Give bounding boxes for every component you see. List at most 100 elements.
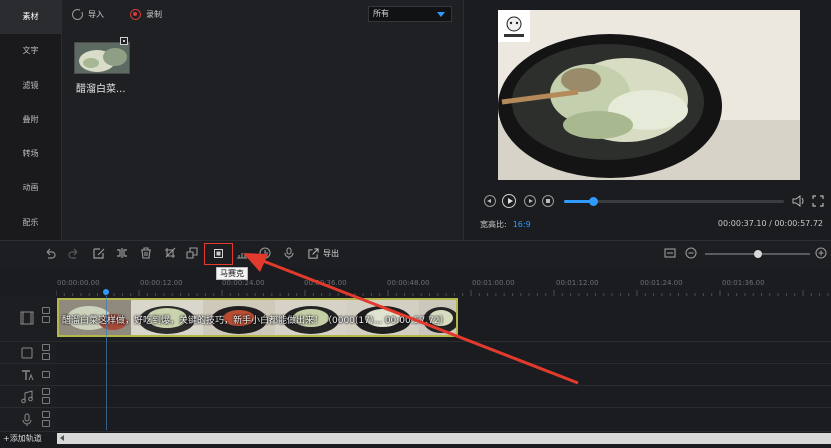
ruler-label: 00:00:12.00 <box>140 279 183 287</box>
track-mute-icon[interactable] <box>42 344 50 351</box>
voiceover-track-icon <box>22 413 32 426</box>
timeline-ruler[interactable]: 00:00:00.00 00:00:12.00 00:00:24.00 00:0… <box>0 266 831 296</box>
track-lock-icon[interactable] <box>42 371 50 378</box>
playback-timecode: 00:00:37.10 / 00:00:57.72 <box>717 219 823 228</box>
ruler-label: 00:01:12.00 <box>556 279 599 287</box>
clip-add-badge-icon[interactable] <box>120 37 128 45</box>
playback-seek-bar[interactable] <box>564 197 784 206</box>
sidebar-item-music[interactable]: 配乐 <box>0 206 61 240</box>
track-lock-icon[interactable] <box>42 316 50 323</box>
edit-icon[interactable] <box>93 247 105 259</box>
import-icon <box>72 7 84 20</box>
ruler-label: 00:01:36.00 <box>722 279 765 287</box>
redo-icon[interactable] <box>68 247 80 259</box>
text-track-lane[interactable] <box>56 364 831 386</box>
import-label: 导入 <box>88 9 104 19</box>
seek-handle[interactable] <box>588 197 598 206</box>
record-button[interactable]: 录制 <box>130 7 162 21</box>
undo-icon[interactable] <box>44 247 56 259</box>
music-track-icon <box>21 390 33 404</box>
volume-icon[interactable] <box>792 195 806 207</box>
speed-icon[interactable] <box>259 247 271 259</box>
overlay-track-icon <box>21 347 33 359</box>
ruler-label: 00:00:48.00 <box>387 279 430 287</box>
track-lock-icon[interactable] <box>42 397 50 404</box>
video-preview <box>498 10 800 180</box>
sidebar-item-transitions[interactable]: 转场 <box>0 137 61 171</box>
zoom-slider-handle[interactable] <box>753 250 762 258</box>
track-lock-icon[interactable] <box>42 420 50 427</box>
track-controls[interactable] <box>42 344 52 362</box>
zoom-out-icon[interactable] <box>685 247 697 259</box>
track-controls[interactable] <box>42 371 52 380</box>
playhead-line <box>106 296 107 430</box>
mosaic-tooltip: 马赛克 <box>216 267 248 280</box>
export-button[interactable]: 导出 <box>308 247 339 259</box>
music-track-lane[interactable] <box>56 386 831 408</box>
ruler-label: 00:00:24.00 <box>222 279 265 287</box>
text-track-icon <box>22 370 34 381</box>
sidebar-item-filters[interactable]: 滤镜 <box>0 69 61 103</box>
timeline-horizontal-scrollbar[interactable] <box>57 433 831 444</box>
sidebar-item-animations[interactable]: 动画 <box>0 171 61 205</box>
record-icon <box>130 8 141 20</box>
aspect-ratio-label: 宽高比: <box>480 220 507 229</box>
aspect-ratio: 宽高比: 16:9 <box>480 219 531 230</box>
playhead-handle[interactable] <box>103 289 109 295</box>
track-mute-icon[interactable] <box>42 411 50 418</box>
track-controls[interactable] <box>42 388 52 406</box>
filter-value: 所有 <box>373 9 389 18</box>
microphone-icon[interactable] <box>283 247 295 259</box>
video-track-icon <box>20 311 34 325</box>
track-mute-icon[interactable] <box>42 388 50 395</box>
media-clip-thumbnail[interactable] <box>74 42 130 74</box>
ruler-label: 00:00:36.00 <box>304 279 347 287</box>
add-track-button[interactable]: +添加轨道 <box>3 433 42 444</box>
track-header-music <box>0 386 56 408</box>
play-button[interactable] <box>502 194 516 208</box>
sidebar-item-text[interactable]: 文字 <box>0 34 61 68</box>
track-controls[interactable] <box>42 307 52 325</box>
track-header-voice <box>0 408 56 432</box>
media-filter-select[interactable]: 所有 <box>368 6 452 22</box>
track-header-overlay <box>0 342 56 364</box>
media-clip-name: 醋溜白菜... <box>76 84 126 95</box>
scroll-left-arrow-icon[interactable] <box>60 435 64 441</box>
overlay-track-lane[interactable] <box>56 342 831 364</box>
track-header-video <box>0 296 56 342</box>
preview-panel: 宽高比: 16:9 00:00:37.10 / 00:00:57.72 <box>466 0 831 240</box>
delete-icon[interactable] <box>140 247 152 259</box>
frame-icon[interactable] <box>186 247 198 259</box>
fullscreen-icon[interactable] <box>812 195 824 207</box>
skip-back-button[interactable] <box>484 195 496 207</box>
import-button[interactable]: 导入 <box>72 7 104 21</box>
skip-forward-button[interactable] <box>524 195 536 207</box>
split-icon[interactable] <box>116 247 128 259</box>
audio-level-icon[interactable] <box>236 247 248 259</box>
sidebar-item-overlays[interactable]: 叠附 <box>0 103 61 137</box>
ruler-label: 00:01:24.00 <box>640 279 683 287</box>
track-lock-icon[interactable] <box>42 353 50 360</box>
clip-caption: 醋溜白菜这样做，好吃到爆，关键的技巧，新手小白都能做出来！（0000(17)..… <box>62 316 449 326</box>
sidebar-item-media[interactable]: 素材 <box>0 0 61 35</box>
record-label: 录制 <box>146 9 162 19</box>
export-icon <box>308 247 319 259</box>
voiceover-track-lane[interactable] <box>56 408 831 432</box>
media-panel: 导入 录制 所有 醋溜白菜... <box>62 0 464 240</box>
zoom-in-icon[interactable] <box>815 247 827 259</box>
track-mute-icon[interactable] <box>42 307 50 314</box>
timeline-zoom-slider[interactable] <box>705 250 810 258</box>
fit-timeline-icon[interactable] <box>664 247 676 259</box>
chevron-down-icon <box>437 12 445 17</box>
export-label: 导出 <box>323 248 339 258</box>
mosaic-button[interactable] <box>204 243 233 265</box>
crop-icon[interactable] <box>164 247 176 259</box>
aspect-ratio-value[interactable]: 16:9 <box>513 220 531 229</box>
timeline-video-clip[interactable]: 醋溜白菜这样做，好吃到爆，关键的技巧，新手小白都能做出来！（0000(17)..… <box>57 298 458 337</box>
ruler-label: 00:00:00.00 <box>57 279 100 287</box>
stop-button[interactable] <box>542 195 554 207</box>
ruler-label: 00:01:00.00 <box>472 279 515 287</box>
media-toolbar: 导入 录制 所有 <box>62 0 464 28</box>
track-controls[interactable] <box>42 411 52 429</box>
mosaic-icon <box>214 249 223 258</box>
